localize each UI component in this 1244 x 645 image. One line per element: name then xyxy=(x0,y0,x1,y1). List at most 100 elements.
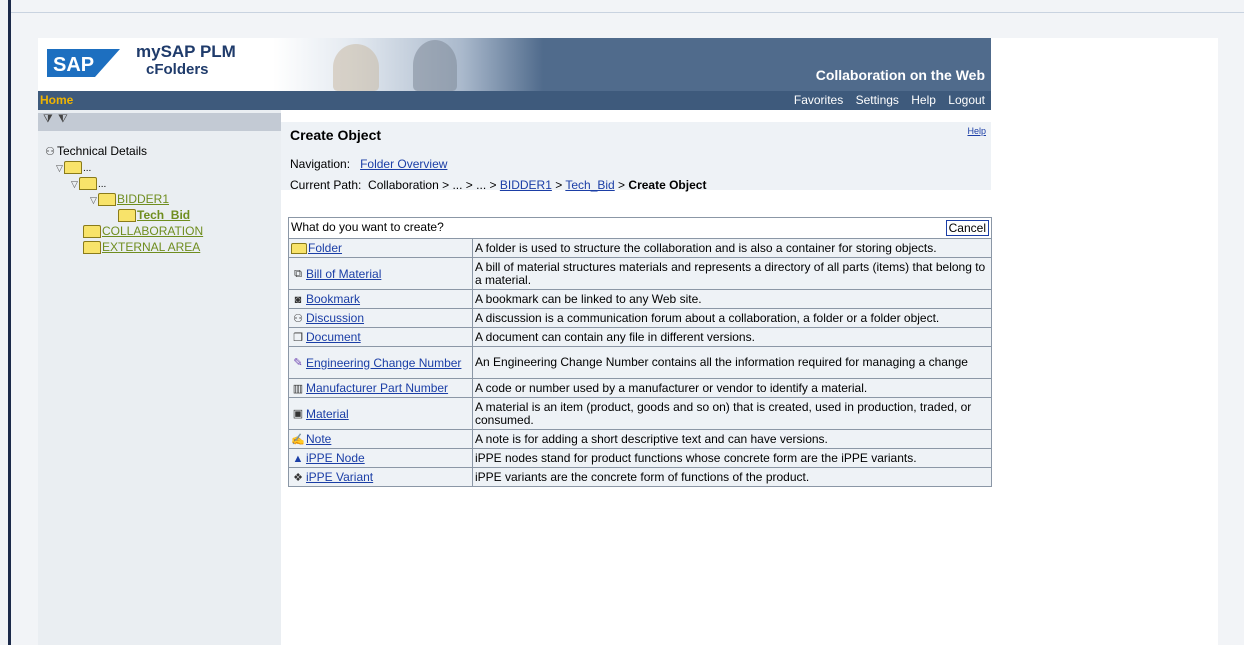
material-icon: ▣ xyxy=(292,408,304,421)
table-row: ▣ Material A material is an item (product… xyxy=(288,397,992,430)
tree-root[interactable]: ⚇ Technical Details xyxy=(44,144,147,158)
top-nav-bar: Home Favorites Settings Help Logout xyxy=(38,91,991,110)
folder-icon xyxy=(83,241,101,255)
part-number-icon: ▥ xyxy=(292,382,304,395)
document-icon: ❐ xyxy=(293,331,303,344)
create-ippe-node-link[interactable]: iPPE Node xyxy=(306,451,365,465)
ippe-node-icon: ▲ xyxy=(292,452,304,465)
breadcrumb-current: Create Object xyxy=(628,178,707,192)
top-links: Favorites Settings Help Logout xyxy=(785,93,985,107)
table-row: ✎ Engineering Change Number An Engineerin… xyxy=(288,346,992,379)
object-description: A note is for adding a short descriptive… xyxy=(472,429,992,449)
create-bom-link[interactable]: Bill of Material xyxy=(306,267,381,281)
tree-item-collaboration[interactable]: COLLABORATION xyxy=(83,224,203,239)
tree-root-label: Technical Details xyxy=(57,144,148,158)
breadcrumb-bidder1[interactable]: BIDDER1 xyxy=(500,178,552,192)
folder-open-icon xyxy=(79,177,97,191)
expand-all-icon[interactable]: ⧩ xyxy=(43,113,53,126)
app-header: SAP mySAP PLM cFolders Collaboration on … xyxy=(38,38,991,91)
window-left-border xyxy=(8,0,11,645)
page-title: Create Object xyxy=(290,127,382,143)
table-row: ⧉ Bill of Material A bill of material str… xyxy=(288,257,992,290)
folder-overview-link[interactable]: Folder Overview xyxy=(360,157,447,171)
question-text: What do you want to create? xyxy=(291,220,444,234)
chevron-down-icon[interactable]: ▽ xyxy=(71,179,79,190)
change-number-icon: ✎ xyxy=(293,357,303,370)
favorites-link[interactable]: Favorites xyxy=(794,93,843,107)
sap-logo: SAP xyxy=(47,49,120,77)
folder-open-icon xyxy=(118,209,136,223)
collapse-all-icon[interactable]: ⧨ xyxy=(58,113,68,126)
home-link[interactable]: Home xyxy=(40,93,73,107)
object-type-table: What do you want to create? Cancel Folde… xyxy=(288,217,992,487)
bookmark-icon: ◙ xyxy=(294,293,302,306)
object-description: iPPE nodes stand for product functions w… xyxy=(472,448,992,468)
breadcrumb: Current Path: Collaboration > ... > ... … xyxy=(290,178,707,192)
logout-link[interactable]: Logout xyxy=(948,93,985,107)
object-description: A folder is used to structure the collab… xyxy=(472,238,992,258)
create-material-link[interactable]: Material xyxy=(306,407,349,421)
object-description: A bill of material structures materials … xyxy=(472,257,992,290)
page-header: Create Object Help Navigation: Folder Ov… xyxy=(281,122,991,192)
create-note-link[interactable]: Note xyxy=(306,432,331,446)
bom-icon: ⧉ xyxy=(294,268,302,281)
svg-text:SAP: SAP xyxy=(53,54,94,76)
create-discussion-link[interactable]: Discussion xyxy=(306,311,364,325)
object-description: A material is an item (product, goods an… xyxy=(472,397,992,430)
folder-open-icon xyxy=(98,193,116,207)
tree-item-external-area[interactable]: EXTERNAL AREA xyxy=(83,240,200,255)
chevron-down-icon[interactable]: ▽ xyxy=(56,163,64,174)
table-row: ▲ iPPE Node iPPE nodes stand for product … xyxy=(288,448,992,468)
folder-icon xyxy=(83,225,101,239)
breadcrumb-tech-bid[interactable]: Tech_Bid xyxy=(565,178,614,192)
path-label: Current Path: xyxy=(290,178,362,192)
header-photo xyxy=(273,38,543,91)
chevron-down-icon[interactable]: ▽ xyxy=(90,195,98,206)
table-row: ❐ Document A document can contain any fil… xyxy=(288,327,992,347)
discussion-icon: ⚇ xyxy=(293,312,303,325)
create-mpn-link[interactable]: Manufacturer Part Number xyxy=(306,381,448,395)
product-name: mySAP PLM xyxy=(136,42,236,61)
settings-link[interactable]: Settings xyxy=(856,93,899,107)
discussion-icon: ⚇ xyxy=(45,145,55,158)
note-icon: ✍ xyxy=(291,433,305,446)
object-description: A discussion is a communication forum ab… xyxy=(472,308,992,328)
logo-area: SAP mySAP PLM cFolders xyxy=(38,38,273,91)
object-description: A code or number used by a manufacturer … xyxy=(472,378,992,398)
create-document-link[interactable]: Document xyxy=(306,330,361,344)
breadcrumb-collaboration: Collaboration xyxy=(368,178,439,192)
tree-item-tech-bid[interactable]: Tech_Bid xyxy=(118,208,190,223)
create-bookmark-link[interactable]: Bookmark xyxy=(306,292,360,306)
object-description: A document can contain any file in diffe… xyxy=(472,327,992,347)
help-top-link[interactable]: Help xyxy=(911,93,936,107)
create-ecn-link[interactable]: Engineering Change Number xyxy=(306,356,461,370)
tree-item[interactable]: ▽... xyxy=(71,176,106,191)
module-name: cFolders xyxy=(146,61,209,78)
tree-toolbar: ⧩ ⧨ xyxy=(38,113,281,131)
folder-icon xyxy=(291,243,307,255)
table-row: ⚇ Discussion A discussion is a communicat… xyxy=(288,308,992,328)
folder-tree-panel: ⧩ ⧨ ⚇ Technical Details ▽... ▽... ▽ BIDDER… xyxy=(38,110,281,645)
object-description: An Engineering Change Number contains al… xyxy=(472,346,992,379)
help-link[interactable]: Help xyxy=(967,126,986,136)
photo-person-1 xyxy=(333,44,379,91)
ippe-variant-icon: ❖ xyxy=(293,471,303,484)
table-row: ▥ Manufacturer Part Number A code or numb… xyxy=(288,378,992,398)
create-ippe-variant-link[interactable]: iPPE Variant xyxy=(306,470,373,484)
header-tagline: Collaboration on the Web xyxy=(815,67,985,83)
app-frame: SAP mySAP PLM cFolders Collaboration on … xyxy=(38,38,1218,645)
cancel-button[interactable]: Cancel xyxy=(945,220,989,236)
photo-person-2 xyxy=(413,40,457,91)
tree-item[interactable]: ▽... xyxy=(56,160,91,175)
window-top-border xyxy=(11,12,1244,13)
table-header-row: What do you want to create? Cancel xyxy=(288,217,992,239)
table-row: ❖ iPPE Variant iPPE variants are the conc… xyxy=(288,467,992,487)
navigation-line: Navigation: Folder Overview xyxy=(290,157,447,171)
folder-open-icon xyxy=(64,161,82,175)
table-row: Folder A folder is used to structure the… xyxy=(288,238,992,258)
create-folder-link[interactable]: Folder xyxy=(308,241,342,255)
navigation-label: Navigation: xyxy=(290,157,351,171)
tree-item-bidder1[interactable]: ▽ BIDDER1 xyxy=(90,192,169,207)
table-row: ◙ Bookmark A bookmark can be linked to an… xyxy=(288,289,992,309)
object-description: A bookmark can be linked to any Web site… xyxy=(472,289,992,309)
